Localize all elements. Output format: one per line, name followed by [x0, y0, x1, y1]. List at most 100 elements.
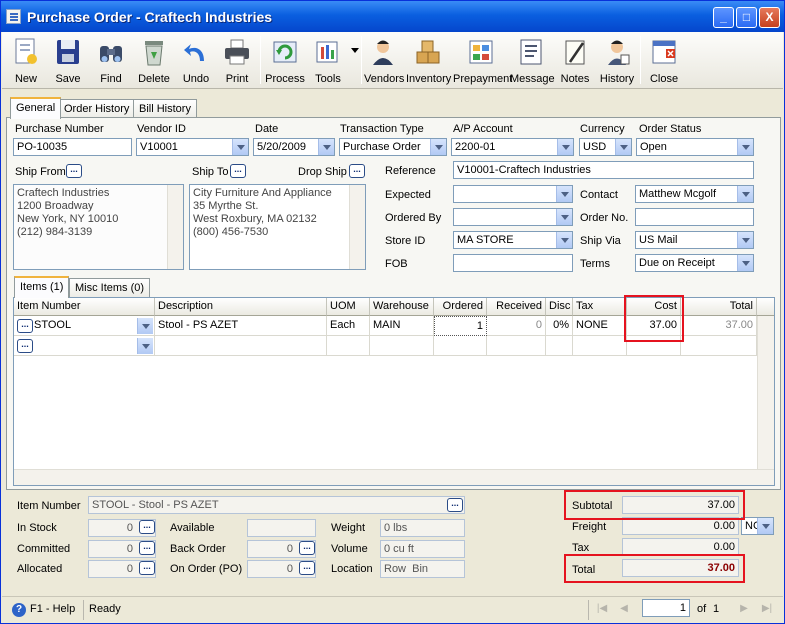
new-uom-cell[interactable] — [327, 336, 370, 356]
undo-button[interactable]: Undo — [176, 35, 216, 87]
new-tax-cell[interactable] — [573, 336, 627, 356]
grid-horizontal-scrollbar[interactable] — [14, 469, 774, 485]
on-order-lookup-button[interactable]: ... — [299, 561, 315, 575]
column-header-description[interactable]: Description — [155, 298, 327, 316]
ship-from-lookup-button[interactable]: ... — [66, 164, 82, 178]
ship-via-combo[interactable]: US Mail — [635, 231, 754, 249]
last-page-icon[interactable]: ▶| — [759, 601, 775, 617]
help-icon[interactable]: ? — [12, 603, 26, 617]
new-button[interactable]: New — [6, 35, 46, 87]
purchase-number-field[interactable]: PO-10035 — [13, 138, 132, 156]
tab-misc-items[interactable]: Misc Items (0) — [69, 278, 151, 298]
ordered-cell[interactable]: 1 — [434, 316, 487, 336]
new-description-cell[interactable] — [155, 336, 327, 356]
description-cell[interactable]: Stool - PS AZET — [155, 316, 327, 336]
save-button[interactable]: Save — [48, 35, 88, 87]
maximize-button[interactable]: □ — [736, 7, 757, 28]
chevron-down-icon[interactable] — [430, 139, 446, 155]
fob-field[interactable] — [453, 254, 573, 272]
next-page-icon[interactable]: ▶ — [736, 601, 752, 617]
chevron-down-icon[interactable] — [737, 186, 753, 202]
column-header-total[interactable]: Total — [681, 298, 757, 316]
chevron-down-icon[interactable] — [556, 232, 572, 248]
column-header-warehouse[interactable]: Warehouse — [370, 298, 434, 316]
process-button[interactable]: Process — [264, 35, 306, 87]
currency-select[interactable]: USD — [579, 138, 632, 156]
ordered-by-combo[interactable] — [453, 208, 573, 226]
vendors-button[interactable]: Vendors — [364, 35, 404, 87]
history-button[interactable]: History — [597, 35, 637, 87]
notes-button[interactable]: Notes — [556, 35, 594, 87]
new-warehouse-cell[interactable] — [370, 336, 434, 356]
item-detail-lookup-button[interactable]: ... — [447, 498, 463, 512]
tab-order-history[interactable]: Order History — [58, 99, 136, 119]
tax-cell[interactable]: NONE — [573, 316, 627, 336]
chevron-down-icon[interactable] — [137, 318, 153, 334]
chevron-down-icon[interactable] — [757, 518, 773, 534]
close-button[interactable]: Close — [644, 35, 684, 87]
new-item-lookup-button[interactable]: ... — [17, 339, 33, 353]
column-header-item-number[interactable]: Item Number — [14, 298, 155, 316]
item-lookup-button[interactable]: ... — [17, 319, 33, 333]
scrollbar[interactable] — [349, 185, 365, 269]
committed-lookup-button[interactable]: ... — [139, 541, 155, 555]
expected-date-picker[interactable] — [453, 185, 573, 203]
ship-to-lookup-button[interactable]: ... — [230, 164, 246, 178]
in-stock-lookup-button[interactable]: ... — [139, 520, 155, 534]
message-button[interactable]: Message — [510, 35, 555, 87]
new-disc-cell[interactable] — [546, 336, 573, 356]
uom-cell[interactable]: Each — [327, 316, 370, 336]
tools-dropdown-arrow-icon[interactable] — [351, 48, 359, 54]
grid-vertical-scrollbar[interactable] — [757, 316, 774, 469]
tab-items[interactable]: Items (1) — [14, 276, 70, 298]
chevron-down-icon[interactable] — [556, 186, 572, 202]
chevron-down-icon[interactable] — [137, 338, 153, 354]
back-order-lookup-button[interactable]: ... — [299, 541, 315, 555]
allocated-lookup-button[interactable]: ... — [139, 561, 155, 575]
reference-field[interactable]: V10001-Craftech Industries — [453, 161, 754, 179]
freight-code-select[interactable]: NC — [741, 517, 774, 535]
chevron-down-icon[interactable] — [318, 139, 334, 155]
column-header-uom[interactable]: UOM — [327, 298, 370, 316]
help-text[interactable]: F1 - Help — [30, 603, 75, 615]
disc-cell[interactable]: 0% — [546, 316, 573, 336]
contact-combo[interactable]: Matthew Mcgolf — [635, 185, 754, 203]
new-item-number-cell[interactable] — [14, 336, 155, 356]
previous-page-icon[interactable]: ◀ — [616, 601, 632, 617]
first-page-icon[interactable]: |◀ — [594, 601, 610, 617]
tab-bill-history[interactable]: Bill History — [133, 99, 197, 119]
column-header-tax[interactable]: Tax — [573, 298, 627, 316]
tab-general[interactable]: General — [10, 97, 62, 119]
ship-to-address[interactable]: City Furniture And Appliance 35 Myrthe S… — [189, 184, 366, 270]
tools-button[interactable]: Tools — [308, 35, 348, 87]
chevron-down-icon[interactable] — [737, 232, 753, 248]
new-ordered-cell[interactable] — [434, 336, 487, 356]
transaction-type-select[interactable]: Purchase Order — [339, 138, 447, 156]
prepayment-button[interactable]: Prepayment — [453, 35, 512, 87]
terms-combo[interactable]: Due on Receipt — [635, 254, 754, 272]
chevron-down-icon[interactable] — [232, 139, 248, 155]
date-picker[interactable]: 5/20/2009 — [253, 138, 335, 156]
chevron-down-icon[interactable] — [737, 139, 753, 155]
vendor-id-combo[interactable]: V10001 — [136, 138, 249, 156]
inventory-button[interactable]: Inventory — [406, 35, 451, 87]
scrollbar[interactable] — [167, 185, 183, 269]
column-header-disc[interactable]: Disc — [546, 298, 573, 316]
page-number-input[interactable]: 1 — [642, 599, 690, 617]
column-header-ordered[interactable]: Ordered — [434, 298, 487, 316]
column-header-received[interactable]: Received — [487, 298, 546, 316]
drop-ship-lookup-button[interactable]: ... — [349, 164, 365, 178]
chevron-down-icon[interactable] — [557, 139, 573, 155]
chevron-down-icon[interactable] — [556, 209, 572, 225]
minimize-button[interactable]: _ — [713, 7, 734, 28]
order-no-field[interactable] — [635, 208, 754, 226]
close-window-button[interactable]: X — [759, 7, 780, 28]
chevron-down-icon[interactable] — [615, 139, 631, 155]
print-button[interactable]: Print — [218, 35, 256, 87]
order-status-select[interactable]: Open — [636, 138, 754, 156]
delete-button[interactable]: Delete — [134, 35, 174, 87]
store-id-combo[interactable]: MA STORE — [453, 231, 573, 249]
find-button[interactable]: Find — [90, 35, 132, 87]
chevron-down-icon[interactable] — [737, 255, 753, 271]
item-number-cell[interactable]: STOOL — [14, 316, 155, 336]
